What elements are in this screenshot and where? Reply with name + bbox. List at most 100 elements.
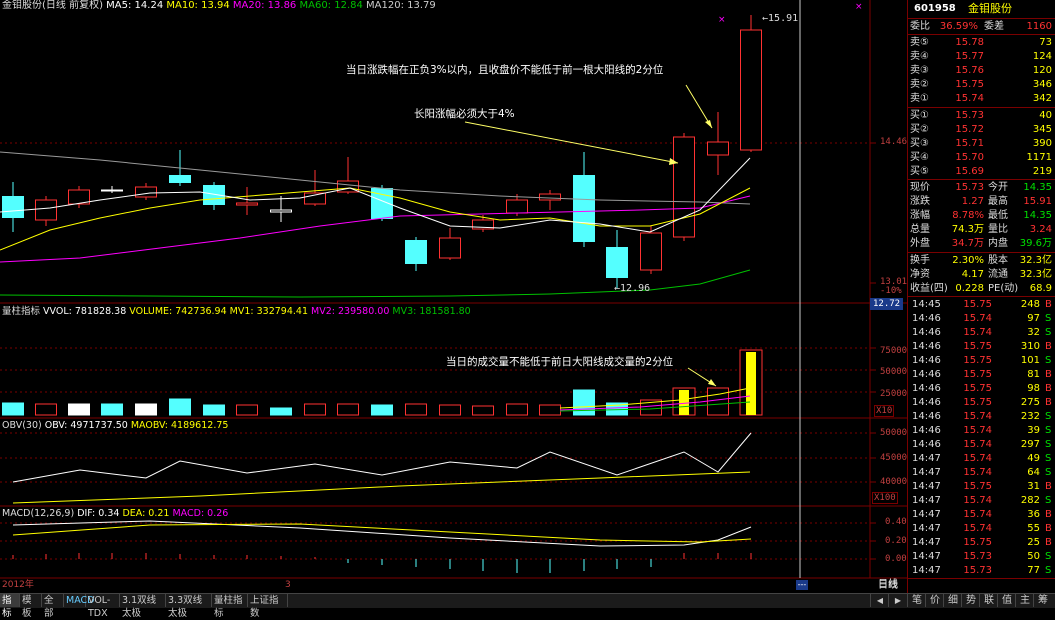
tick-side: S — [1045, 355, 1052, 366]
ma-label: MA60: 12.84 — [299, 0, 367, 11]
bid-price: 15.73 — [955, 110, 984, 121]
tick-time: 14:46 — [912, 355, 941, 366]
annotation-arrowhead — [705, 120, 712, 128]
tick-volume: 55 — [1027, 523, 1040, 534]
candle-body — [35, 199, 57, 221]
ask-row[interactable]: 卖⑤ 15.78 73 — [908, 36, 1055, 49]
toolbar-icon-7[interactable]: 筹 — [1033, 594, 1052, 607]
tick-side: S — [1045, 551, 1052, 562]
stat-row[interactable]: 外盘 34.7万 内盘 39.6万 — [908, 237, 1055, 250]
tick-side: B — [1045, 299, 1052, 310]
tick-time: 14:46 — [912, 383, 941, 394]
tick-row[interactable]: 14:46 15.75 98 B — [908, 382, 1055, 395]
tick-row[interactable]: 14:47 15.73 50 S — [908, 550, 1055, 563]
tab-2[interactable]: 全部 — [42, 594, 64, 619]
tick-row[interactable]: 14:45 15.75 248 B — [908, 298, 1055, 311]
tick-row[interactable]: 14:47 15.74 49 S — [908, 452, 1055, 465]
tick-row[interactable]: 14:46 15.75 101 S — [908, 354, 1055, 367]
tick-row[interactable]: 14:46 15.75 310 B — [908, 340, 1055, 353]
tab-4[interactable]: VOL-TDX — [86, 594, 120, 619]
ask-label: 卖④ — [910, 51, 929, 62]
bid-row[interactable]: 买④ 15.70 1171 — [908, 151, 1055, 164]
stat-label: 今开 — [988, 182, 1008, 193]
tab-8[interactable]: 上证指数 — [248, 594, 288, 619]
tick-row[interactable]: 14:47 15.74 282 S — [908, 494, 1055, 507]
tick-row[interactable]: 14:47 15.75 25 B — [908, 536, 1055, 549]
low-price-label: 12.96 — [620, 283, 651, 294]
stat-label: 最低 — [988, 210, 1008, 221]
info-row[interactable]: 收益(四) 0.228 PE(动) 68.9 — [908, 282, 1055, 295]
info-label: 换手 — [910, 255, 930, 266]
tick-side: B — [1045, 369, 1052, 380]
toolbar-icon-1[interactable]: 价 — [925, 594, 944, 607]
tick-time: 14:47 — [912, 453, 941, 464]
tick-row[interactable]: 14:47 15.75 31 B — [908, 480, 1055, 493]
tab-0[interactable]: 指标 — [0, 594, 20, 619]
scroll-right-icon[interactable]: ▶ — [888, 594, 907, 607]
bid-row[interactable]: 买⑤ 15.69 219 — [908, 165, 1055, 178]
tick-row[interactable]: 14:46 15.74 32 S — [908, 326, 1055, 339]
time-axis-month: 3 — [285, 580, 291, 590]
tab-5[interactable]: 3.1双线太极 — [120, 594, 166, 619]
toolbar-icon-4[interactable]: 联 — [979, 594, 998, 607]
tick-row[interactable]: 14:46 15.74 97 S — [908, 312, 1055, 325]
volume-bar — [337, 403, 359, 416]
stat-row[interactable]: 现价 15.73 今开 14.35 — [908, 181, 1055, 194]
tick-row[interactable]: 14:46 15.74 297 S — [908, 438, 1055, 451]
volume-bar — [2, 402, 24, 416]
obv-label: OBV: 4971737.50 — [44, 420, 131, 431]
scroll-left-icon[interactable]: ◀ — [870, 594, 889, 607]
candle-body — [2, 196, 24, 218]
ask-row[interactable]: 卖① 15.74 342 — [908, 92, 1055, 105]
macd-label: DEA: 0.21 — [122, 508, 173, 519]
tick-price: 15.74 — [963, 453, 992, 464]
ask-row[interactable]: 卖③ 15.76 120 — [908, 64, 1055, 77]
candle-body — [673, 136, 695, 238]
tick-row[interactable]: 14:46 15.75 275 B — [908, 396, 1055, 409]
info-row[interactable]: 净资 4.17 流通 32.3亿 — [908, 268, 1055, 281]
candle-body — [573, 175, 595, 242]
ask-price: 15.78 — [955, 37, 984, 48]
bid-row[interactable]: 买③ 15.71 390 — [908, 137, 1055, 150]
stat-value: 8.78% — [952, 210, 984, 221]
toolbar-icon-3[interactable]: 势 — [961, 594, 980, 607]
candle-body — [539, 193, 561, 201]
stat-row[interactable]: 涨幅 8.78% 最低 14.35 — [908, 209, 1055, 222]
bid-price: 15.72 — [955, 124, 984, 135]
bid-volume: 1171 — [1026, 152, 1052, 163]
toolbar-icon-5[interactable]: 值 — [997, 594, 1016, 607]
tick-side: B — [1045, 481, 1052, 492]
obv-axis-50000: 50000 — [880, 428, 908, 438]
stat-value: 14.35 — [1023, 210, 1052, 221]
stat-row[interactable]: 涨跌 1.27 最高 15.91 — [908, 195, 1055, 208]
tab-3[interactable]: MACD — [64, 594, 94, 607]
ask-row[interactable]: 卖④ 15.77 124 — [908, 50, 1055, 63]
bid-label: 买⑤ — [910, 166, 929, 177]
toolbar-icon-2[interactable]: 细 — [943, 594, 962, 607]
info-value: 68.9 — [1029, 283, 1052, 294]
candle-body — [506, 199, 528, 214]
info-row[interactable]: 换手 2.30% 股本 32.3亿 — [908, 254, 1055, 267]
volume-bar — [439, 404, 461, 416]
tab-7[interactable]: 量柱指标 — [212, 594, 248, 619]
tab-6[interactable]: 3.3双线太极 — [166, 594, 212, 619]
tick-row[interactable]: 14:47 15.74 55 B — [908, 522, 1055, 535]
toolbar-icon-0[interactable]: 笔 — [907, 594, 926, 607]
tick-row[interactable]: 14:47 15.73 77 S — [908, 564, 1055, 577]
bid-row[interactable]: 买② 15.72 345 — [908, 123, 1055, 136]
tick-row[interactable]: 14:46 15.75 81 B — [908, 368, 1055, 381]
candle-body — [740, 29, 762, 151]
volume-bar — [270, 407, 292, 416]
tick-row[interactable]: 14:46 15.74 232 S — [908, 410, 1055, 423]
time-scroll-box[interactable]: --- — [796, 580, 808, 590]
toolbar-icon-6[interactable]: 主 — [1015, 594, 1034, 607]
tab-1[interactable]: 模板 — [20, 594, 42, 619]
stat-row[interactable]: 总量 74.3万 量比 3.24 — [908, 223, 1055, 236]
tick-row[interactable]: 14:47 15.74 36 B — [908, 508, 1055, 521]
tick-price: 15.73 — [963, 565, 992, 576]
bid-row[interactable]: 买① 15.73 40 — [908, 109, 1055, 122]
ask-row[interactable]: 卖② 15.75 346 — [908, 78, 1055, 91]
tick-row[interactable]: 14:47 15.74 64 S — [908, 466, 1055, 479]
chart-canvas[interactable]: ×× — [0, 0, 907, 593]
tick-row[interactable]: 14:46 15.74 39 S — [908, 424, 1055, 437]
